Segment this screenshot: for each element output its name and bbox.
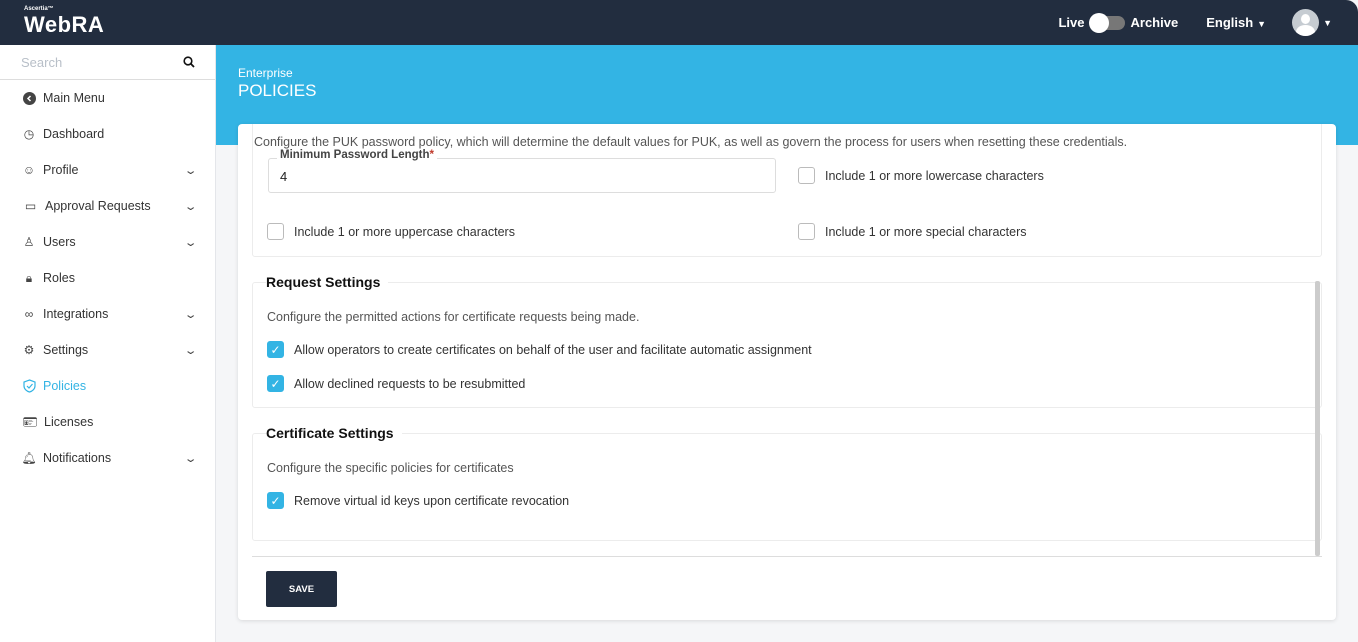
certificate-settings-title: Certificate Settings (266, 425, 402, 441)
checkbox-label: Include 1 or more special characters (825, 224, 1027, 239)
min-password-length-input[interactable] (280, 169, 760, 184)
gauge-icon: ◷ (23, 127, 35, 141)
sidebar-item-integrations[interactable]: ∞ Integrations ⌄ (0, 296, 215, 332)
lock-icon: 🔒︎ (25, 270, 33, 285)
sidebar-item-licenses[interactable]: 🪪︎ Licenses (0, 404, 215, 440)
special-checkbox[interactable]: Include 1 or more special characters (798, 223, 1026, 240)
sidebar-item-label: Roles (43, 271, 75, 285)
checkbox-label: Allow operators to create certificates o… (294, 342, 812, 357)
check-icon[interactable]: ✓ (267, 492, 284, 509)
puk-section: Configure the PUK password policy, which… (252, 124, 1322, 257)
sidebar-item-label: Profile (43, 163, 79, 177)
scrollbar[interactable] (1315, 281, 1320, 556)
min-password-length-field: Minimum Password Length* (268, 149, 776, 193)
sidebar-item-policies[interactable]: Policies (0, 368, 215, 404)
sidebar-item-notifications[interactable]: 🔔︎ Notifications ⌄ (0, 440, 215, 476)
chevron-down-icon: ⌄ (183, 452, 198, 465)
sidebar-item-label: Main Menu (43, 91, 105, 105)
checkbox-box[interactable] (798, 167, 815, 184)
sidebar-item-settings[interactable]: ⚙ Settings ⌄ (0, 332, 215, 368)
user-menu-caret-icon[interactable]: ▼ (1323, 18, 1332, 28)
language-select[interactable]: English ▼ (1206, 15, 1266, 30)
certificate-description: Configure the specific policies for cert… (267, 461, 514, 475)
logo[interactable]: Ascertia™ WebRA (24, 6, 104, 38)
checkbox-label: Include 1 or more uppercase characters (294, 224, 515, 239)
sidebar-item-main-menu[interactable]: Main Menu (0, 80, 215, 116)
sidebar-item-label: Integrations (43, 307, 109, 321)
sidebar-item-label: Users (43, 235, 76, 249)
sidebar-item-label: Dashboard (43, 127, 105, 141)
sidebar-item-approval-requests[interactable]: ▭ Approval Requests ⌄ (0, 188, 215, 224)
chevron-down-icon: ⌄ (183, 344, 198, 357)
sidebar-item-label: Notifications (43, 451, 112, 465)
live-label: Live (1058, 15, 1085, 30)
search-icon[interactable] (183, 56, 195, 68)
bell-icon: 🔔︎ (21, 451, 37, 465)
resubmit-declined-checkbox[interactable]: ✓ Allow declined requests to be resubmitt… (267, 375, 525, 392)
sidebar-item-profile[interactable]: ☺ Profile ⌄ (0, 152, 215, 188)
shield-icon (22, 379, 36, 393)
uppercase-checkbox[interactable]: Include 1 or more uppercase characters (267, 223, 515, 240)
chevron-down-icon: ⌄ (183, 308, 198, 321)
link-icon: ∞ (24, 307, 34, 321)
back-circle-icon (22, 91, 36, 105)
chevron-down-icon: ⌄ (183, 200, 198, 213)
avatar[interactable] (1292, 9, 1320, 36)
brand-name: WebRA (24, 12, 105, 37)
checkbox-box[interactable] (798, 223, 815, 240)
checkbox-label: Allow declined requests to be resubmitte… (294, 376, 526, 391)
id-card-icon: 🪪︎ (22, 415, 38, 429)
users-icon: ♙ (23, 235, 35, 249)
chevron-down-icon: ⌄ (183, 236, 198, 249)
checkbox-label: Include 1 or more lowercase characters (825, 168, 1044, 183)
search-input[interactable] (21, 54, 171, 70)
page-title: POLICIES (238, 81, 317, 100)
request-settings-section: Configure the permitted actions for cert… (252, 282, 1322, 408)
divider (252, 556, 1322, 557)
certificate-settings-section: Configure the specific policies for cert… (252, 433, 1322, 541)
gear-icon: ⚙ (23, 343, 35, 357)
check-icon[interactable]: ✓ (267, 341, 284, 358)
lowercase-checkbox[interactable]: Include 1 or more lowercase characters (798, 167, 1044, 184)
sidebar-item-label: Policies (43, 379, 87, 393)
breadcrumb: Enterprise (238, 66, 293, 80)
user-circle-icon: ☺ (22, 163, 36, 177)
chevron-down-icon: ⌄ (183, 164, 198, 177)
save-button[interactable]: SAVE (266, 571, 337, 607)
sidebar-item-roles[interactable]: 🔒︎ Roles (0, 260, 215, 296)
sidebar-item-dashboard[interactable]: ◷ Dashboard (0, 116, 215, 152)
sidebar-item-users[interactable]: ♙ Users ⌄ (0, 224, 215, 260)
sidebar-item-label: Settings (43, 343, 89, 357)
sidebar-item-label: Licenses (44, 415, 94, 429)
request-description: Configure the permitted actions for cert… (267, 310, 640, 324)
request-settings-title: Request Settings (266, 274, 389, 290)
live-archive-toggle[interactable] (1088, 12, 1125, 33)
caret-down-icon: ▼ (1257, 19, 1267, 29)
approval-icon: ▭ (24, 199, 37, 213)
operators-create-checkbox[interactable]: ✓ Allow operators to create certificates … (267, 341, 812, 358)
language-label: English (1206, 15, 1254, 30)
checkbox-label: Remove virtual id keys upon certificate … (294, 493, 570, 508)
puk-description: Configure the PUK password policy, which… (254, 135, 1128, 149)
checkbox-box[interactable] (267, 223, 284, 240)
remove-virtual-id-checkbox[interactable]: ✓ Remove virtual id keys upon certificate… (267, 492, 569, 509)
check-icon[interactable]: ✓ (267, 375, 284, 392)
min-password-length-label: Minimum Password Length* (277, 149, 437, 161)
policies-card: Configure the PUK password policy, which… (238, 124, 1336, 620)
search-bar (0, 45, 215, 80)
top-bar: Ascertia™ WebRA Live Archive English ▼ ▼ (0, 0, 1358, 45)
sidebar-item-label: Approval Requests (45, 199, 151, 213)
archive-label: Archive (1130, 15, 1179, 30)
sidebar: Main Menu ◷ Dashboard ☺ Profile ⌄ ▭ Approval… (0, 45, 216, 642)
